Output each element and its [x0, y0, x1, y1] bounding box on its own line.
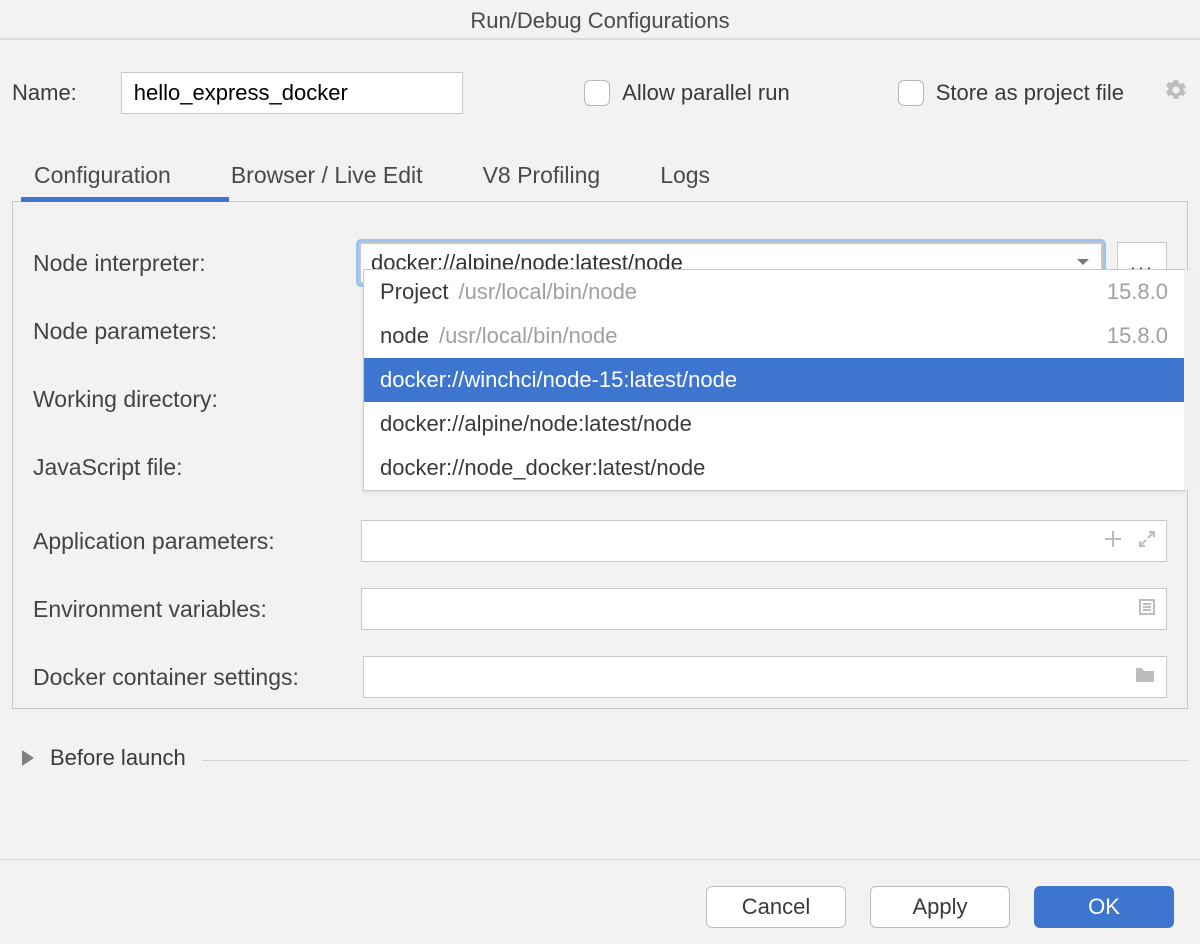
list-icon[interactable] — [1138, 596, 1156, 622]
disclosure-triangle-icon — [22, 750, 34, 766]
before-launch-section[interactable]: Before launch — [0, 709, 1200, 771]
tab-configuration[interactable]: Configuration — [34, 158, 171, 201]
option-name: Project — [380, 279, 448, 305]
apply-button[interactable]: Apply — [870, 886, 1010, 928]
config-panel: Node interpreter: docker://alpine/node:l… — [12, 201, 1188, 709]
plus-icon[interactable] — [1104, 528, 1122, 554]
option-name: docker://node_docker:latest/node — [380, 455, 705, 481]
app-params-input[interactable] — [361, 520, 1167, 562]
option-name: docker://winchci/node-15:latest/node — [380, 367, 737, 393]
dialog-title: Run/Debug Configurations — [0, 0, 1200, 40]
gear-icon[interactable] — [1164, 78, 1188, 108]
option-name: docker://alpine/node:latest/node — [380, 411, 692, 437]
ok-button[interactable]: OK — [1034, 886, 1174, 928]
option-path: /usr/local/bin/node — [458, 279, 637, 305]
footer-separator — [0, 859, 1200, 860]
interpreter-option-docker-nodedocker[interactable]: docker://node_docker:latest/node — [364, 446, 1184, 490]
interpreter-dropdown: Project /usr/local/bin/node 15.8.0 node … — [363, 269, 1185, 491]
checkbox-icon — [898, 80, 924, 106]
env-vars-label: Environment variables: — [33, 596, 361, 623]
option-version: 15.8.0 — [1107, 323, 1168, 349]
option-path: /usr/local/bin/node — [439, 323, 618, 349]
store-file-checkbox[interactable]: Store as project file — [898, 80, 1124, 106]
env-vars-input[interactable] — [361, 588, 1167, 630]
tab-v8-profiling[interactable]: V8 Profiling — [483, 158, 601, 201]
app-params-label: Application parameters: — [33, 528, 361, 555]
dropdown-scrollbar[interactable] — [1184, 270, 1198, 490]
before-launch-label: Before launch — [50, 745, 186, 771]
allow-parallel-checkbox[interactable]: Allow parallel run — [584, 80, 790, 106]
tab-logs[interactable]: Logs — [660, 158, 710, 201]
js-file-label: JavaScript file: — [33, 454, 363, 481]
store-file-label: Store as project file — [936, 80, 1124, 106]
cancel-button[interactable]: Cancel — [706, 886, 846, 928]
docker-settings-input[interactable] — [363, 656, 1167, 698]
working-dir-label: Working directory: — [33, 386, 363, 413]
interpreter-option-node[interactable]: node /usr/local/bin/node 15.8.0 — [364, 314, 1184, 358]
docker-settings-label: Docker container settings: — [33, 664, 363, 691]
name-row: Name: Allow parallel run Store as projec… — [0, 40, 1200, 158]
interpreter-label: Node interpreter: — [33, 250, 359, 277]
allow-parallel-label: Allow parallel run — [622, 80, 790, 106]
separator-line — [202, 760, 1188, 761]
name-input[interactable] — [121, 72, 463, 114]
name-label: Name: — [12, 80, 77, 106]
expand-icon[interactable] — [1138, 528, 1156, 554]
interpreter-option-docker-winchci[interactable]: docker://winchci/node-15:latest/node — [364, 358, 1184, 402]
folder-icon[interactable] — [1134, 664, 1156, 690]
tab-browser-live-edit[interactable]: Browser / Live Edit — [231, 158, 423, 201]
option-version: 15.8.0 — [1107, 279, 1168, 305]
option-name: node — [380, 323, 429, 349]
node-params-label: Node parameters: — [33, 318, 363, 345]
interpreter-option-project[interactable]: Project /usr/local/bin/node 15.8.0 — [364, 270, 1184, 314]
checkbox-icon — [584, 80, 610, 106]
interpreter-option-docker-alpine[interactable]: docker://alpine/node:latest/node — [364, 402, 1184, 446]
footer-buttons: Cancel Apply OK — [706, 886, 1174, 928]
tab-bar: Configuration Browser / Live Edit V8 Pro… — [0, 158, 1200, 201]
